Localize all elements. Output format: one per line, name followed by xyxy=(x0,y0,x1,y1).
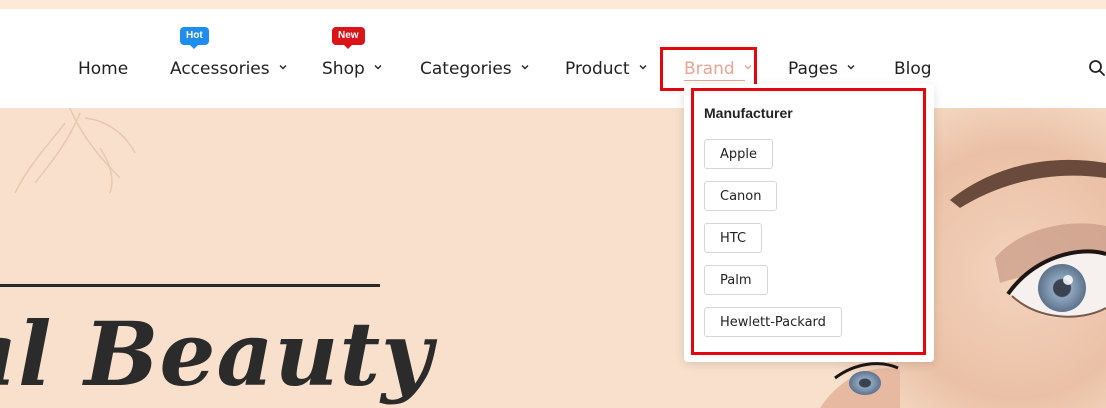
chevron-down-icon xyxy=(639,65,647,70)
nav-item-blog[interactable]: Blog xyxy=(894,59,932,79)
nav-item-pages[interactable]: Pages xyxy=(788,59,856,79)
new-badge: New xyxy=(332,27,365,49)
nav-item-pages-label: Pages xyxy=(788,59,839,79)
hero-banner: al Beauty xyxy=(0,108,1106,408)
nav-item-product[interactable]: Product xyxy=(565,59,648,79)
chevron-down-icon xyxy=(521,65,529,70)
nav-item-categories[interactable]: Categories xyxy=(420,59,530,79)
chevron-down-icon xyxy=(279,65,287,70)
nav-item-blog-label: Blog xyxy=(894,59,932,79)
search-icon[interactable] xyxy=(1088,59,1106,77)
nav-item-shop[interactable]: Shop xyxy=(322,59,383,79)
nav-item-home-label: Home xyxy=(78,59,129,79)
hot-badge: Hot xyxy=(180,27,209,49)
dropdown-highlight-box xyxy=(691,88,926,355)
chevron-down-icon xyxy=(847,65,855,70)
nav-item-accessories[interactable]: Accessories xyxy=(170,59,288,79)
nav-item-product-label: Product xyxy=(565,59,630,79)
nav-item-categories-label: Categories xyxy=(420,59,512,79)
nav-item-accessories-label: Accessories xyxy=(170,59,270,79)
nav-item-shop-label: Shop xyxy=(322,59,365,79)
top-announcement-strip xyxy=(0,0,1106,9)
leaf-decoration xyxy=(14,108,136,194)
hero-divider-line xyxy=(0,284,380,287)
nav-item-home[interactable]: Home xyxy=(78,59,128,79)
chevron-down-icon xyxy=(374,65,382,70)
site-header: Home Hot Accessories New Shop Categories… xyxy=(0,9,1106,108)
hero-heading: al Beauty xyxy=(0,302,434,406)
